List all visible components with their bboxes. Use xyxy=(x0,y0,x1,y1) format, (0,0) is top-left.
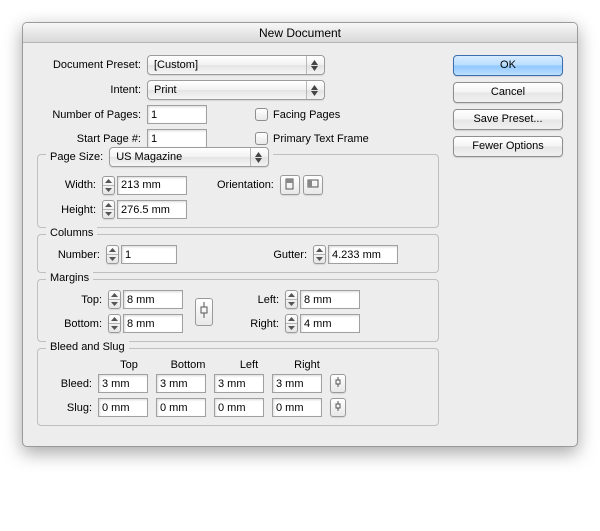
margins-group: Margins Top: 8 mm Bottom: 8 mm xyxy=(37,279,439,342)
document-preset-label: Document Preset: xyxy=(37,59,147,71)
columns-number-value: 1 xyxy=(125,249,131,261)
bleed-slug-legend: Bleed and Slug xyxy=(46,341,129,353)
orientation-label: Orientation: xyxy=(217,179,274,191)
bleed-left-input[interactable]: 3 mm xyxy=(214,374,264,393)
margin-right-label: Right: xyxy=(241,318,285,330)
col-top-header: Top xyxy=(102,359,156,371)
height-input[interactable]: 276.5 mm xyxy=(117,200,187,219)
primary-text-frame-checkbox[interactable] xyxy=(255,132,268,145)
link-icon xyxy=(199,301,209,322)
chevron-up-icon xyxy=(103,201,114,210)
facing-pages-checkbox[interactable] xyxy=(255,108,268,121)
new-document-dialog: New Document Document Preset: [Custom] I… xyxy=(22,22,578,447)
intent-value: Print xyxy=(154,84,306,96)
link-slug-button[interactable] xyxy=(330,398,346,417)
slug-left-input[interactable]: 0 mm xyxy=(214,398,264,417)
gutter-stepper[interactable] xyxy=(313,245,326,264)
ok-button[interactable]: OK xyxy=(453,55,563,76)
start-page-input[interactable]: 1 xyxy=(147,129,207,148)
margin-left-input[interactable]: 8 mm xyxy=(300,290,360,309)
slug-bottom-input[interactable]: 0 mm xyxy=(156,398,206,417)
columns-number-label: Number: xyxy=(48,249,106,261)
orientation-landscape-button[interactable] xyxy=(303,175,323,195)
page-size-label: Page Size: xyxy=(50,151,103,163)
cancel-button[interactable]: Cancel xyxy=(453,82,563,103)
height-stepper[interactable] xyxy=(102,200,115,219)
col-left-header: Left xyxy=(220,359,278,371)
width-stepper[interactable] xyxy=(102,176,115,195)
link-icon xyxy=(334,400,342,415)
landscape-icon xyxy=(307,179,319,192)
num-pages-input[interactable]: 1 xyxy=(147,105,207,124)
start-page-value: 1 xyxy=(151,133,157,145)
chevron-updown-icon xyxy=(306,81,322,99)
intent-label: Intent: xyxy=(37,84,147,96)
margin-bottom-stepper[interactable] xyxy=(108,314,121,333)
page-size-group: Page Size: US Magazine Width: xyxy=(37,154,439,228)
link-bleed-button[interactable] xyxy=(330,374,346,393)
document-preset-value: [Custom] xyxy=(154,59,306,71)
bleed-top-input[interactable]: 3 mm xyxy=(98,374,148,393)
chevron-down-icon xyxy=(103,210,114,218)
gutter-value: 4.233 mm xyxy=(332,249,381,261)
bleed-right-input[interactable]: 3 mm xyxy=(272,374,322,393)
margin-top-stepper[interactable] xyxy=(108,290,121,309)
chevron-up-icon xyxy=(107,246,118,255)
num-pages-label: Number of Pages: xyxy=(37,109,147,121)
gutter-label: Gutter: xyxy=(273,249,307,261)
chevron-updown-icon xyxy=(250,148,266,166)
gutter-input[interactable]: 4.233 mm xyxy=(328,245,398,264)
col-bottom-header: Bottom xyxy=(156,359,220,371)
margin-bottom-label: Bottom: xyxy=(48,318,108,330)
margin-left-stepper[interactable] xyxy=(285,290,298,309)
slug-right-input[interactable]: 0 mm xyxy=(272,398,322,417)
width-label: Width: xyxy=(48,179,102,191)
orientation-portrait-button[interactable] xyxy=(280,175,300,195)
portrait-icon xyxy=(285,178,295,193)
primary-text-frame-label: Primary Text Frame xyxy=(273,133,369,145)
margin-top-input[interactable]: 8 mm xyxy=(123,290,183,309)
margin-left-label: Left: xyxy=(241,294,285,306)
margin-bottom-input[interactable]: 8 mm xyxy=(123,314,183,333)
height-value: 276.5 mm xyxy=(121,204,170,216)
height-label: Height: xyxy=(48,204,102,216)
num-pages-value: 1 xyxy=(151,109,157,121)
width-value: 213 mm xyxy=(121,179,161,191)
width-input[interactable]: 213 mm xyxy=(117,176,187,195)
columns-number-stepper[interactable] xyxy=(106,245,119,264)
columns-number-input[interactable]: 1 xyxy=(121,245,177,264)
facing-pages-label: Facing Pages xyxy=(273,109,340,121)
chevron-up-icon xyxy=(103,177,114,186)
columns-group: Columns Number: 1 Gutter: xyxy=(37,234,439,273)
slug-label: Slug: xyxy=(48,402,98,414)
bleed-label: Bleed: xyxy=(48,378,98,390)
document-preset-select[interactable]: [Custom] xyxy=(147,55,325,75)
chevron-updown-icon xyxy=(306,56,322,74)
chevron-down-icon xyxy=(107,255,118,263)
slug-top-input[interactable]: 0 mm xyxy=(98,398,148,417)
chevron-down-icon xyxy=(314,255,325,263)
margins-legend: Margins xyxy=(46,272,93,284)
bleed-bottom-input[interactable]: 3 mm xyxy=(156,374,206,393)
margin-top-label: Top: xyxy=(48,294,108,306)
page-size-value: US Magazine xyxy=(116,151,250,163)
intent-select[interactable]: Print xyxy=(147,80,325,100)
chevron-down-icon xyxy=(103,186,114,194)
margin-right-stepper[interactable] xyxy=(285,314,298,333)
margin-right-input[interactable]: 4 mm xyxy=(300,314,360,333)
fewer-options-button[interactable]: Fewer Options xyxy=(453,136,563,157)
link-margins-button[interactable] xyxy=(195,298,213,326)
start-page-label: Start Page #: xyxy=(37,133,147,145)
bleed-slug-group: Bleed and Slug Top Bottom Left Right Ble… xyxy=(37,348,439,426)
page-size-select[interactable]: US Magazine xyxy=(109,147,269,167)
chevron-up-icon xyxy=(314,246,325,255)
save-preset-button[interactable]: Save Preset... xyxy=(453,109,563,130)
window-title: New Document xyxy=(23,23,577,43)
col-right-header: Right xyxy=(278,359,336,371)
link-icon xyxy=(334,376,342,391)
columns-legend: Columns xyxy=(46,227,97,239)
